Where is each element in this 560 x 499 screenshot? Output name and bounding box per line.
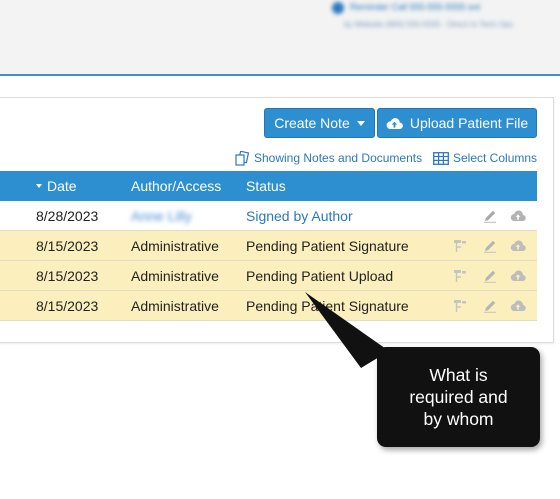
column-header-status[interactable]: Status: [246, 178, 286, 194]
create-note-button[interactable]: Create Note: [264, 108, 375, 138]
documents-icon: [235, 150, 250, 166]
row-date: 8/15/2023: [36, 238, 99, 254]
cloud-upload-icon: [386, 117, 403, 129]
row-date: 8/15/2023: [36, 298, 99, 314]
reminder-icon: [332, 2, 344, 14]
workflow-icon[interactable]: [452, 238, 468, 254]
row-status: Pending Patient Signature: [246, 238, 409, 254]
workflow-icon[interactable]: [452, 298, 468, 314]
callout-line-1: What is: [429, 365, 488, 385]
annotation-callout: What is required and by whom: [377, 347, 540, 447]
callout-line-3: by whom: [423, 409, 494, 429]
row-author: Anne Lilly: [131, 208, 192, 224]
row-status: Pending Patient Upload: [246, 268, 394, 284]
cloud-upload-icon[interactable]: [510, 238, 526, 254]
table-columns-icon: [433, 151, 449, 165]
column-header-date[interactable]: Date: [36, 178, 77, 194]
column-header-author[interactable]: Author/Access: [131, 178, 221, 194]
pencil-icon[interactable]: [482, 298, 498, 314]
create-note-label: Create Note: [274, 115, 350, 131]
table-row[interactable]: 8/15/2023 Administrative Pending Patient…: [0, 291, 537, 321]
chevron-down-icon: [356, 120, 365, 126]
row-author: Administrative: [131, 268, 219, 284]
header-line-1: Reminder Call 555-555-5555 ext: [350, 2, 481, 12]
pencil-icon[interactable]: [482, 208, 498, 224]
cloud-upload-icon[interactable]: [510, 208, 526, 224]
upload-patient-file-label: Upload Patient File: [409, 115, 529, 131]
workflow-icon[interactable]: [452, 268, 468, 284]
sort-desc-icon: [36, 184, 42, 188]
header-band: Reminder Call 555-555-5555 ext by Websit…: [0, 0, 560, 76]
row-status-link[interactable]: Signed by Author: [246, 208, 353, 224]
header-line-2: by Website (800) 555-5555 - Direct to Te…: [344, 20, 514, 29]
row-status: Pending Patient Signature: [246, 298, 409, 314]
row-date: 8/15/2023: [36, 268, 99, 284]
column-header-date-label: Date: [47, 178, 77, 194]
cloud-upload-icon[interactable]: [510, 298, 526, 314]
callout-line-2: required and: [409, 387, 508, 407]
table-row[interactable]: 8/15/2023 Administrative Pending Patient…: [0, 261, 537, 291]
pencil-icon[interactable]: [482, 238, 498, 254]
pencil-icon[interactable]: [482, 268, 498, 284]
row-author: Administrative: [131, 298, 219, 314]
showing-notes-label: Showing Notes and Documents: [254, 151, 423, 165]
table-header: Date Author/Access Status: [0, 171, 537, 201]
upload-patient-file-button[interactable]: Upload Patient File: [377, 108, 537, 138]
cloud-upload-icon[interactable]: [510, 268, 526, 284]
row-author: Administrative: [131, 238, 219, 254]
table-row[interactable]: 8/28/2023 Anne Lilly Signed by Author: [0, 201, 537, 231]
table-row[interactable]: 8/15/2023 Administrative Pending Patient…: [0, 231, 537, 261]
select-columns-label: Select Columns: [453, 151, 538, 165]
select-columns-link[interactable]: Select Columns: [433, 150, 537, 166]
showing-notes-toggle[interactable]: Showing Notes and Documents: [234, 150, 422, 166]
row-date: 8/28/2023: [36, 208, 99, 224]
